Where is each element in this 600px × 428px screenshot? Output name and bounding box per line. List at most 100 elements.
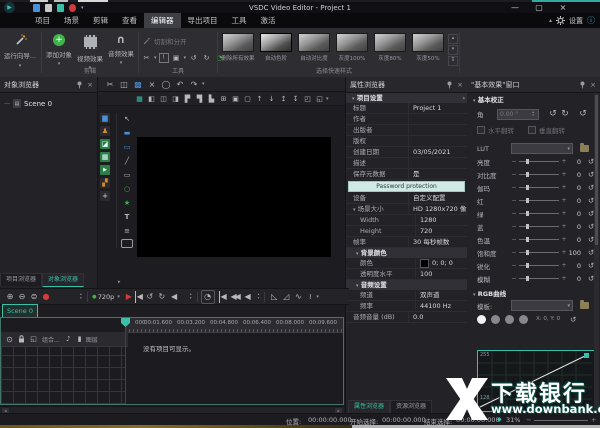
prop-color-value[interactable]: 0; 0; 0 [415,258,467,268]
template-dropdown[interactable]: ▾ [511,300,573,311]
timeline-ruler[interactable]: 000 00:01.600 00:03.200 00:04.800 00:06.… [125,318,343,333]
new-project-icon[interactable] [33,4,40,12]
loop-icon[interactable]: ↺ [144,291,156,303]
counter-tool-icon[interactable]: ≡ [122,225,133,236]
channel-green-button[interactable] [505,315,514,324]
style-grayscale-80[interactable]: 灰度80% [372,33,408,62]
refresh-icon[interactable]: ↻ [156,291,168,303]
tab-properties-explorer[interactable]: 属性浏览器 [348,400,390,413]
align-right-icon[interactable]: ◨ [170,93,181,104]
line-tool-icon[interactable]: ╱ [122,155,133,166]
prop-publisher-value[interactable] [408,125,467,135]
send-backward-icon[interactable]: ↓ [266,93,277,104]
crop-caret-icon[interactable]: ▾ [184,55,187,61]
preview-quality[interactable]: 720p [98,293,115,301]
record-icon[interactable]: ● [40,291,52,303]
close-panel-icon[interactable]: × [87,81,93,89]
channel-blue-button[interactable] [519,315,528,324]
align-middle-icon[interactable]: ▜ [194,93,205,104]
timeline-scene-tab[interactable]: Scene 0 [2,304,38,318]
ungroup-icon[interactable]: ◱ [314,93,325,104]
lut-dropdown[interactable]: ▾ [511,143,573,154]
pin-icon[interactable] [446,81,453,89]
flip-vertical-checkbox[interactable] [528,126,536,134]
close-button[interactable]: × [554,3,572,12]
tab-resources-explorer[interactable]: 资源浏览器 [390,400,432,413]
style-remove-all-effects[interactable]: 删除所有效果 [220,33,256,62]
track-layers-icon[interactable]: ◱ [28,334,39,345]
rotate-ccw-icon[interactable]: ↺ [188,52,199,63]
sharpen-slider[interactable] [519,265,559,266]
blur-slider[interactable] [519,278,559,279]
gamma-slider[interactable] [519,187,559,188]
quick-access-caret-icon[interactable]: ▾ [81,5,84,11]
add-image-icon[interactable]: ◪ [100,139,110,149]
brightness-slider[interactable] [519,161,559,162]
left-spinner[interactable]: ▴▾ [80,293,82,300]
toolbar-more-caret-icon[interactable]: ▾ [202,81,205,87]
tab-activation[interactable]: 激活 [254,13,283,28]
basic-correction-section[interactable]: ▾ 基本校正 [467,95,600,105]
prop-description-value[interactable] [408,158,467,168]
align-bottom-icon[interactable]: ▙ [206,93,217,104]
scissors-caret-icon[interactable]: ▾ [154,55,157,61]
toolbar2-more-caret-icon[interactable]: ▾ [326,96,329,102]
tab-project[interactable]: 项目 [28,13,57,28]
maximize-button[interactable]: ▢ [530,3,548,12]
prop-framerate-value[interactable]: 30 每秒帧数 [408,237,467,247]
step-back-icon[interactable]: ◀ [242,291,254,303]
preview-canvas[interactable] [137,137,331,257]
track-audio-icon[interactable]: ♪ [63,334,74,345]
tab-scene[interactable]: 场景 [57,13,86,28]
info-icon[interactable]: ⓘ [587,15,595,26]
undo-icon[interactable]: ↶ [174,78,186,90]
flip-horizontal-checkbox[interactable] [477,126,485,134]
style-auto-contrast[interactable]: 自动对比度 [296,33,332,62]
red-slider[interactable] [519,200,559,201]
track-lock-icon[interactable] [18,335,25,343]
channel-red-button[interactable] [491,315,500,324]
angle-spinner[interactable]: 0.00 °▴▾ [497,109,539,120]
preview-time-clock-icon[interactable]: ◔ [201,290,215,304]
seek-start-icon[interactable]: ◀ [135,291,144,303]
gallery-up-icon[interactable]: ▴ [448,34,458,44]
cut-split-button[interactable]: 切割和分开 [142,36,187,46]
rotate-right-icon[interactable]: ↻ [559,108,571,120]
paste-icon[interactable]: ▩ [132,78,144,90]
prop-device-value[interactable]: 自定义配置 [408,193,467,203]
group-icon[interactable]: ◰ [302,93,313,104]
star-tool-icon[interactable]: ★ [122,197,133,208]
text-tool-icon[interactable]: T [122,211,133,222]
add-scene-icon[interactable]: ⊕ [4,291,16,303]
align-left-icon[interactable]: ◧ [146,93,157,104]
prop-width-value[interactable]: 1280 [415,215,467,225]
align-top-icon[interactable]: ▛ [182,93,193,104]
tooltip-tool-icon[interactable] [121,239,133,248]
copy-icon[interactable]: ◫ [118,78,130,90]
color-swatch[interactable] [420,259,429,268]
run-wizard-button[interactable]: 运行向导... ▾ [0,34,40,69]
saturation-slider[interactable] [519,252,559,253]
redo-icon[interactable]: ↷ [188,78,200,90]
fast-back-icon[interactable]: ◀◀ [228,291,242,303]
prop-metadata-value[interactable]: 是 [408,169,467,179]
prop-transparency-value[interactable]: 100 [415,269,467,279]
tab-tools[interactable]: 工具 [225,13,254,28]
combine-dropdown[interactable]: 组合... [42,335,60,344]
frame-tool-icon[interactable]: ▭ [122,141,133,152]
chart-tool-icon[interactable]: ▆ [100,113,110,123]
jump-start-icon[interactable]: ◀ [219,291,228,303]
prop-channels-value[interactable]: 双声道 [415,290,467,300]
scene-tree-item[interactable]: — ▤ Scene 0 [4,97,97,110]
close-panel-icon[interactable]: × [590,81,596,89]
scene-menu-icon[interactable]: ⊜ [28,291,40,303]
track-visibility-icon[interactable]: ⊙ [4,334,15,345]
collapse-ribbon-icon[interactable]: ▴ [549,17,552,24]
prop-frequency-value[interactable]: 44100 Hz [415,301,467,311]
prop-scene-size-value[interactable]: HD 1280x720 像素 ( [408,204,467,214]
temperature-slider[interactable] [519,239,559,240]
bring-forward-icon[interactable]: ↑ [254,93,265,104]
prop-copyright-value[interactable] [408,136,467,146]
play-icon[interactable]: ▶ [123,291,135,303]
rectangle-tool-icon[interactable]: ▭ [122,169,133,180]
